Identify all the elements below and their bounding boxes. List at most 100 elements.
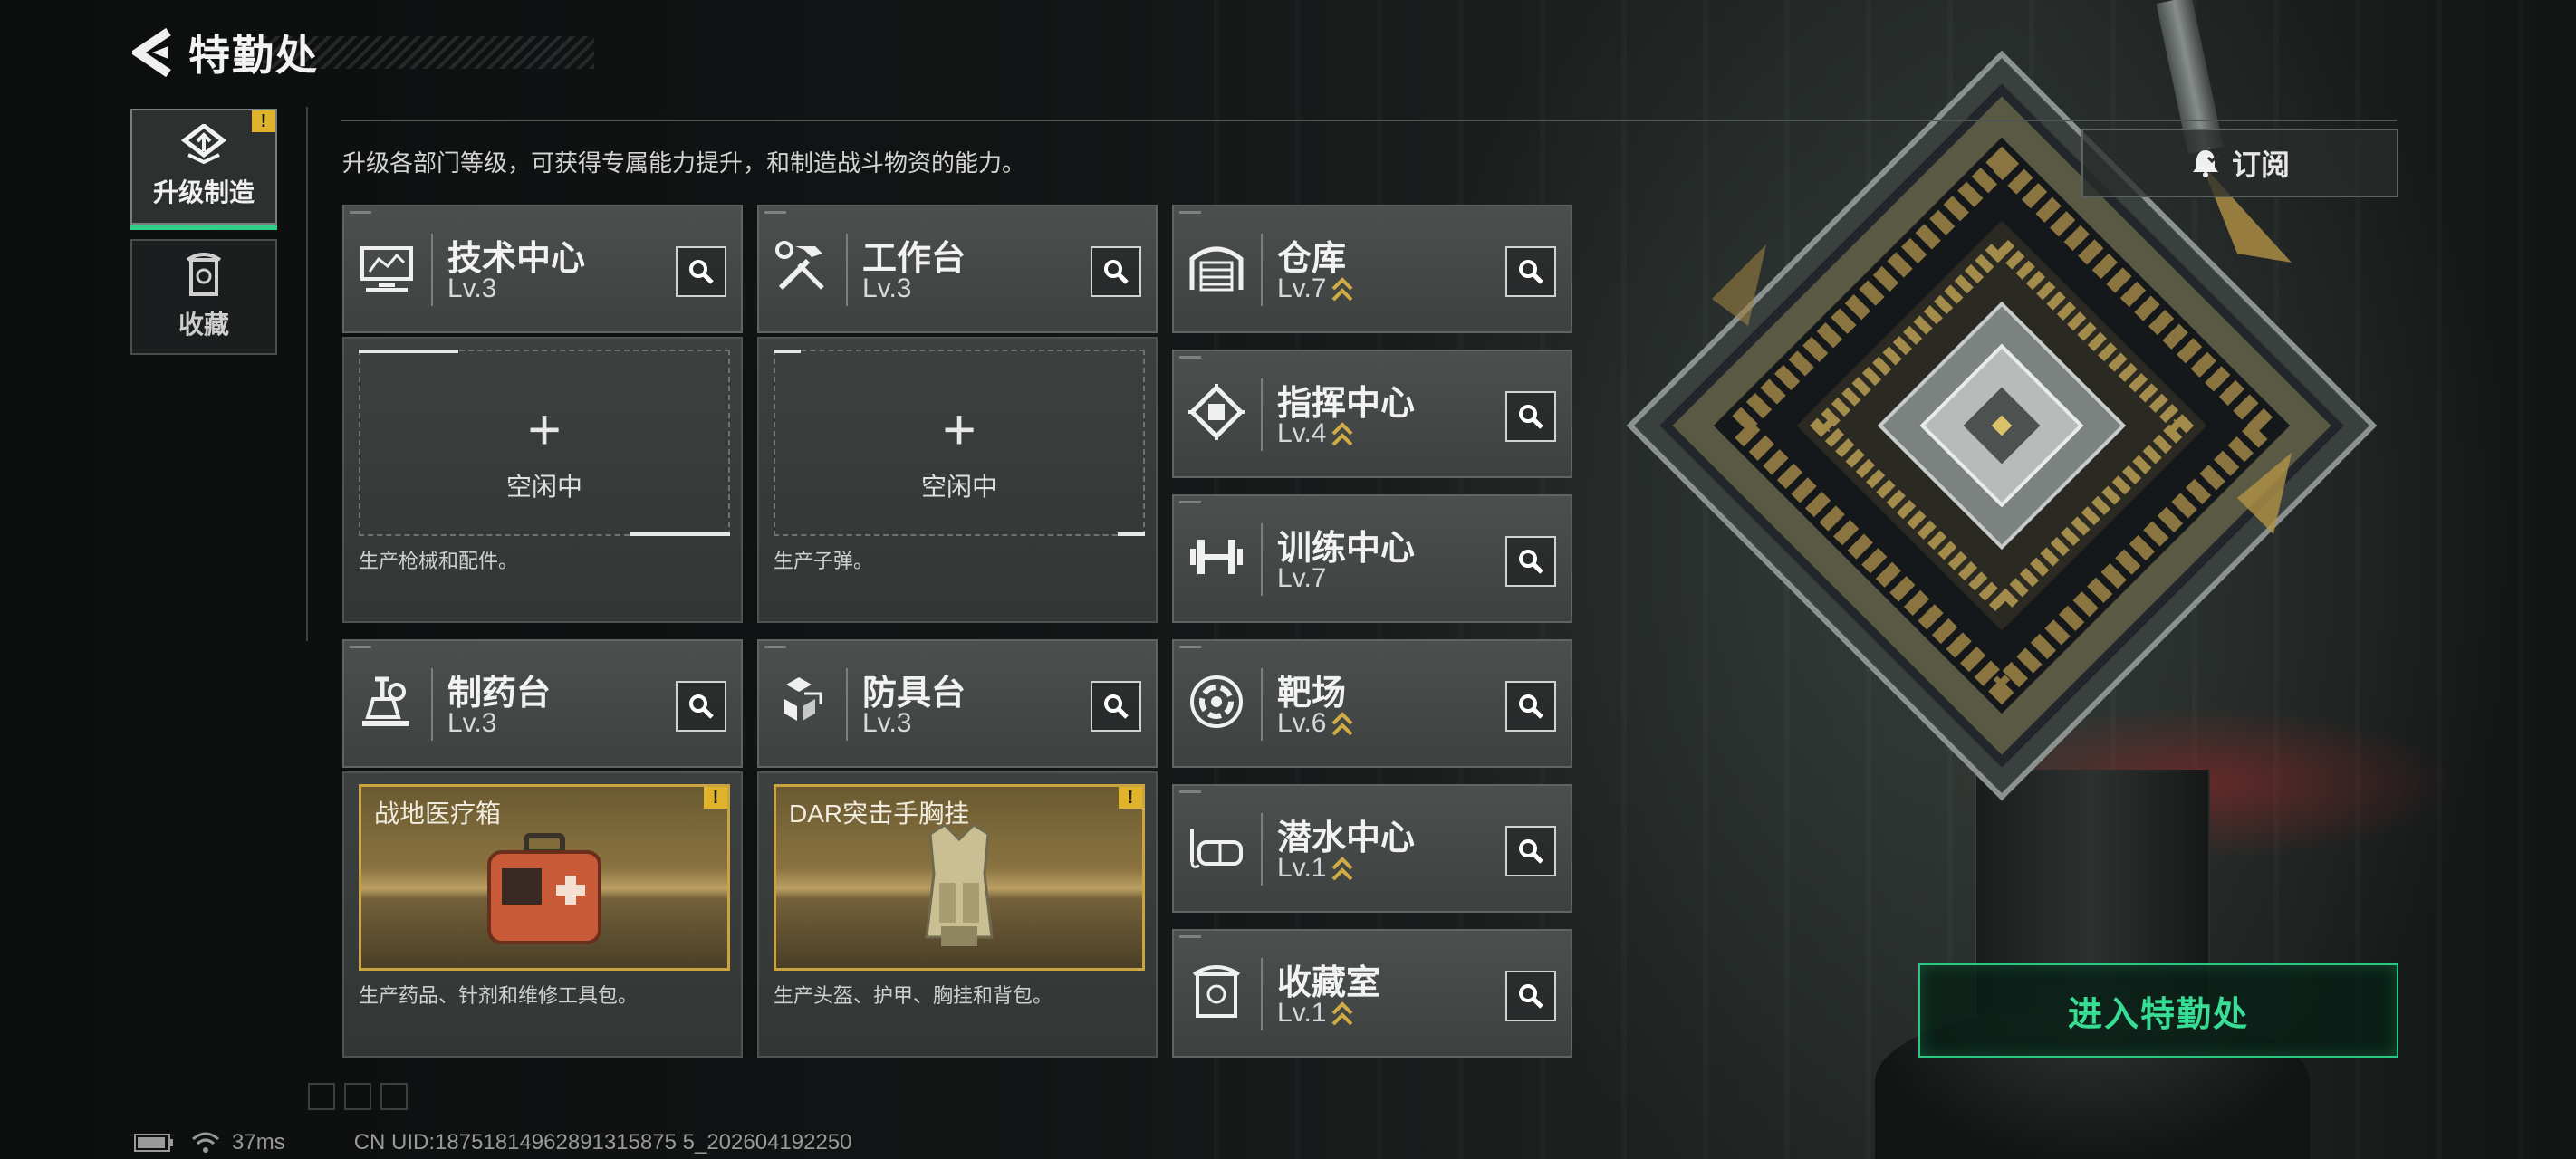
inspect-button[interactable] (676, 246, 726, 297)
dept-name: 技术中心 (447, 240, 586, 278)
upgrade-available-icon (1332, 422, 1353, 446)
inspect-button[interactable] (1505, 246, 1556, 297)
header: 特勤处 (127, 24, 319, 81)
production-description: 生产子弹。 (774, 550, 874, 572)
search-icon (1519, 550, 1543, 574)
alert-badge: ! (1119, 787, 1142, 809)
command-center-icon (1188, 384, 1245, 440)
dept-level: Lv.3 (447, 273, 497, 303)
dept-card-shooting-range[interactable]: 靶场 Lv.6 (1172, 639, 1572, 768)
back-arrow-icon (132, 28, 171, 77)
dept-name: 防具台 (862, 675, 966, 713)
idle-status: 空闲中 (505, 473, 582, 501)
plus-icon: + (942, 397, 976, 462)
dept-level: Lv.7 (1277, 563, 1327, 593)
production-slot-empty[interactable]: + 空闲中 (359, 350, 730, 536)
dept-card-diving-center[interactable]: 潜水中心 Lv.1 (1172, 784, 1572, 913)
inspect-button[interactable] (1091, 246, 1141, 297)
dept-card-training-center[interactable]: 训练中心 Lv.7 (1172, 494, 1572, 623)
dept-level: Lv.3 (862, 708, 912, 738)
search-icon (1104, 260, 1129, 284)
page-description: 升级各部门等级，可获得专属能力提升，和制造战斗物资的能力。 (342, 149, 1026, 177)
side-nav: 升级制造 ! 收藏 (130, 109, 277, 369)
subscribe-button[interactable]: 订阅 (2081, 129, 2398, 197)
status-bar: 37ms CN UID:18751814962891315875 5_20260… (134, 1130, 852, 1155)
production-panel-workbench: + 空闲中 生产子弹。 (757, 337, 1158, 623)
search-icon (1104, 694, 1129, 719)
search-icon (1519, 405, 1543, 429)
inspect-button[interactable] (1505, 536, 1556, 587)
production-panel-pharmacy: 战地医疗箱 ! 生产药品、针剂和维修工具包。 (342, 771, 743, 1058)
training-center-icon (1190, 540, 1243, 574)
subscribe-label: 订阅 (2231, 148, 2290, 181)
tech-center-icon (360, 246, 413, 292)
collection-icon (186, 253, 222, 296)
enter-button-label: 进入特勤处 (2067, 995, 2249, 1034)
back-button[interactable] (127, 25, 181, 80)
upgrade-available-icon (1332, 277, 1353, 302)
dept-card-command-center[interactable]: 指挥中心 Lv.4 (1172, 350, 1572, 478)
workbench-icon (775, 241, 824, 291)
search-icon (1519, 984, 1543, 1009)
dept-card-workbench[interactable]: 工作台 Lv.3 (757, 205, 1158, 333)
production-slot-chest-rig[interactable]: DAR突击手胸挂 ! (774, 784, 1145, 971)
dept-level: Lv.4 (1277, 418, 1353, 449)
dept-card-collection-room[interactable]: 收藏室 Lv.1 (1172, 929, 1572, 1058)
page-title: 特勤处 (188, 32, 319, 79)
diving-center-icon (1190, 829, 1243, 868)
dept-card-tech-center[interactable]: 技术中心 Lv.3 (342, 205, 743, 333)
nav-label-collection: 收藏 (178, 311, 229, 339)
dept-name: 潜水中心 (1277, 819, 1416, 857)
production-description: 生产头盔、护甲、胸挂和背包。 (774, 984, 1053, 1007)
nav-label-upgrade: 升级制造 (152, 178, 255, 206)
search-icon (1519, 839, 1543, 864)
production-panel-armor: DAR突击手胸挂 ! 生产头盔、护甲、胸挂和背包。 (757, 771, 1158, 1058)
enter-special-ops-button[interactable]: 进入特勤处 (1918, 963, 2398, 1058)
alert-badge: ! (252, 110, 275, 132)
pharmacy-icon (362, 676, 409, 726)
divider-line (306, 107, 308, 641)
dept-name: 仓库 (1277, 240, 1347, 278)
inspect-button[interactable] (1505, 826, 1556, 876)
dept-level: Lv.3 (862, 273, 912, 303)
warehouse-icon (1189, 246, 1244, 292)
dept-name: 工作台 (862, 240, 966, 278)
dept-name: 指挥中心 (1277, 385, 1416, 423)
bottom-decoration (308, 1083, 408, 1110)
dept-name: 收藏室 (1277, 964, 1381, 1002)
dept-level: Lv.7 (1277, 273, 1353, 304)
dept-level: Lv.1 (1277, 998, 1353, 1029)
inspect-button[interactable] (1505, 391, 1556, 442)
battery-icon (134, 1134, 173, 1152)
dept-name: 靶场 (1277, 675, 1347, 713)
wifi-icon (192, 1132, 219, 1153)
user-uid: CN UID:18751814962891315875 5_2026041922… (353, 1130, 852, 1154)
inspect-button[interactable] (1505, 681, 1556, 732)
inspect-button[interactable] (676, 681, 726, 732)
dept-card-warehouse[interactable]: 仓库 Lv.7 (1172, 205, 1572, 333)
shooting-range-icon (1190, 675, 1243, 728)
nav-item-collection[interactable]: 收藏 (130, 239, 277, 355)
nav-item-upgrade[interactable]: 升级制造 ! (130, 109, 277, 230)
dept-card-armor-bench[interactable]: 防具台 Lv.3 (757, 639, 1158, 768)
armor-bench-icon (784, 677, 822, 721)
search-icon (689, 694, 714, 719)
upgrade-available-icon (1332, 857, 1353, 881)
upgrade-icon (181, 124, 226, 164)
production-slot-medkit[interactable]: 战地医疗箱 ! (359, 784, 730, 971)
dept-card-pharmacy[interactable]: 制药台 Lv.3 (342, 639, 743, 768)
inspect-button[interactable] (1091, 681, 1141, 732)
dept-level: Lv.3 (447, 708, 497, 738)
inspect-button[interactable] (1505, 971, 1556, 1021)
alert-badge: ! (704, 787, 727, 809)
idle-status: 空闲中 (920, 473, 997, 501)
production-slot-empty[interactable]: + 空闲中 (774, 350, 1145, 536)
dept-level: Lv.6 (1277, 708, 1353, 739)
production-description: 生产枪械和配件。 (359, 550, 519, 572)
production-panel-tech-center: + 空闲中 生产枪械和配件。 (342, 337, 743, 623)
dept-level: Lv.1 (1277, 853, 1353, 884)
dept-name: 制药台 (447, 675, 552, 713)
search-icon (1519, 260, 1543, 284)
upgrade-available-icon (1332, 1001, 1353, 1026)
upgrade-available-icon (1332, 712, 1353, 736)
